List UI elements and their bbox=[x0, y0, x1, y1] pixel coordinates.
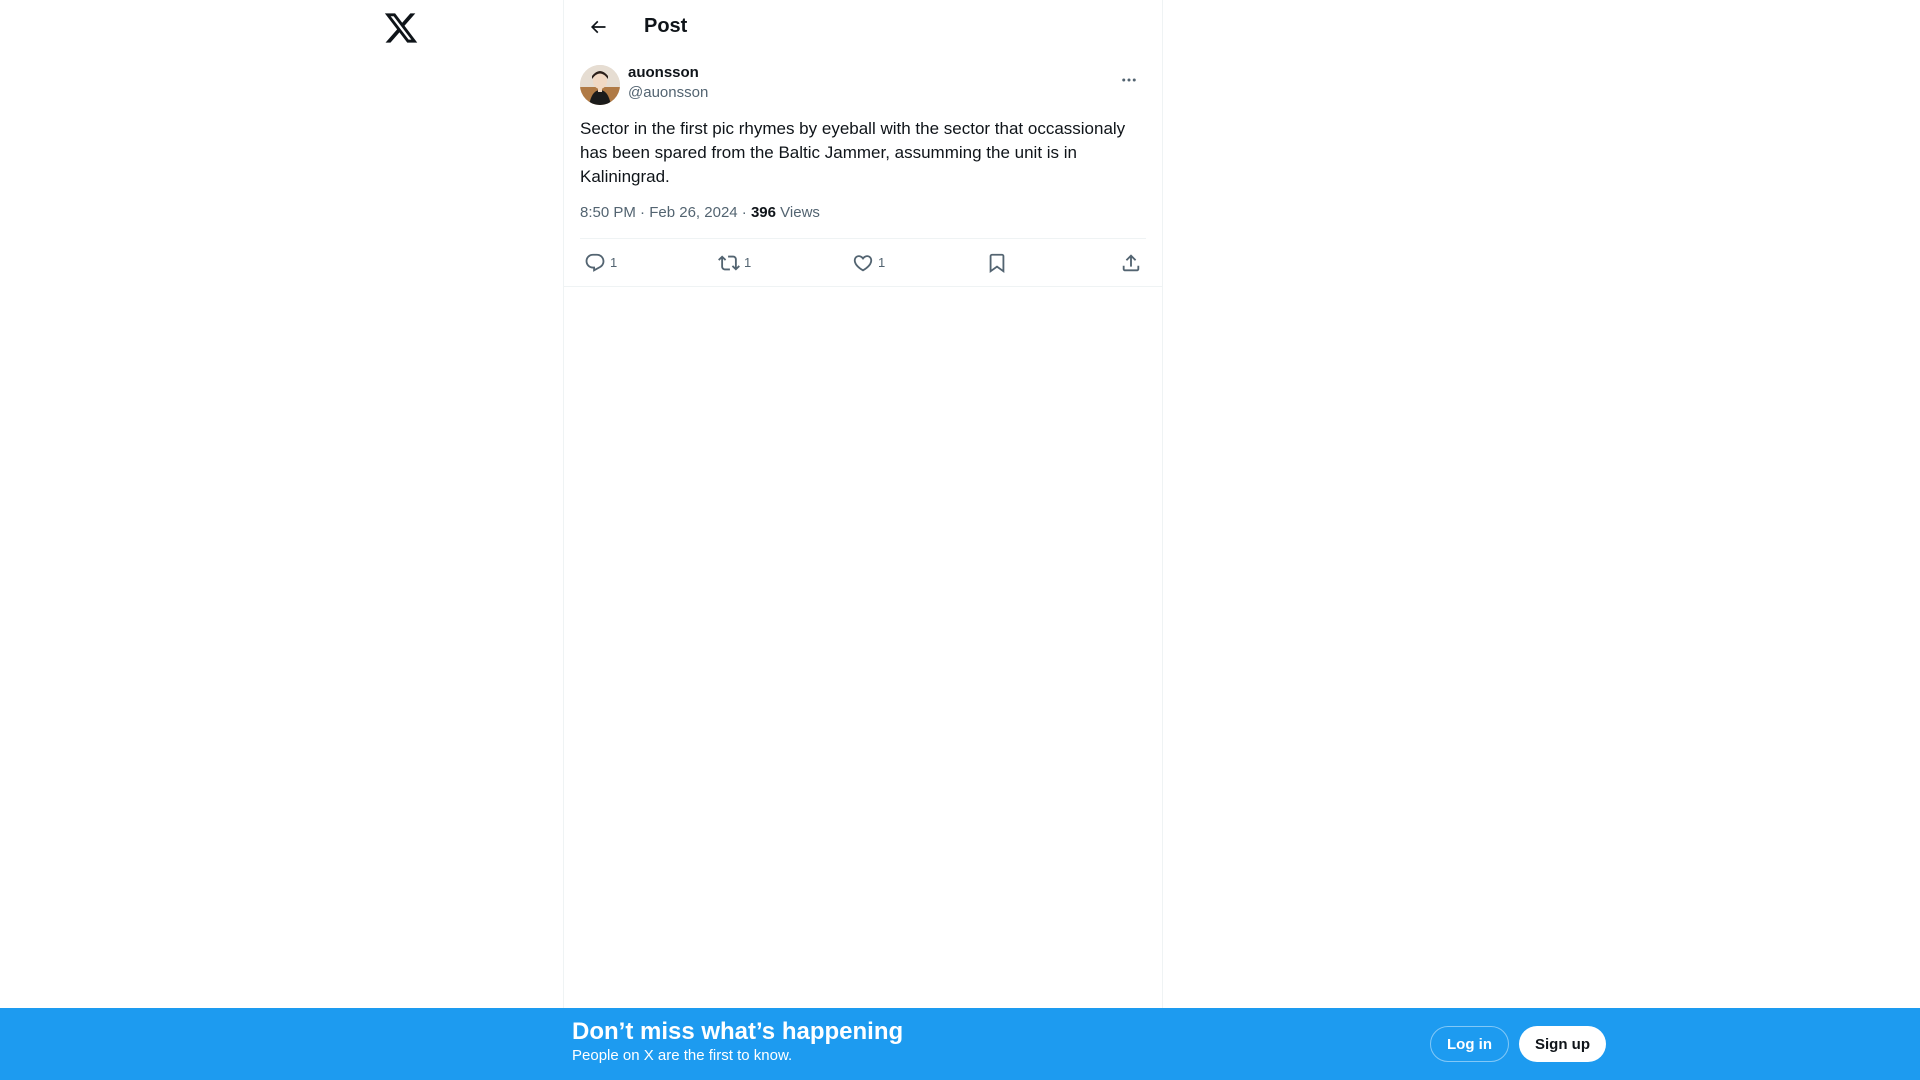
post-date[interactable]: Feb 26, 2024 bbox=[649, 204, 737, 221]
back-button[interactable] bbox=[580, 9, 616, 45]
signup-banner: Don’t miss what’s happening People on X … bbox=[0, 1008, 1920, 1080]
author-name[interactable]: auonsson bbox=[628, 63, 708, 83]
signup-button[interactable]: Sign up bbox=[1519, 1026, 1606, 1062]
avatar[interactable] bbox=[580, 65, 620, 105]
login-button[interactable]: Log in bbox=[1430, 1026, 1509, 1062]
x-logo-link[interactable] bbox=[383, 10, 419, 46]
post-actions: 1 1 1 bbox=[564, 239, 1162, 287]
repost-icon bbox=[718, 255, 740, 270]
x-logo-icon bbox=[384, 13, 418, 43]
views-count: 396 bbox=[750, 204, 776, 221]
page-title: Post bbox=[644, 15, 688, 37]
reply-count: 1 bbox=[610, 255, 618, 270]
banner-title: Don’t miss what’s happening bbox=[572, 1018, 904, 1045]
primary-column: Post auonsson @auonsson Sector in the fi… bbox=[563, 0, 1163, 1008]
meta-separator: · bbox=[635, 204, 650, 221]
bookmark-icon bbox=[989, 253, 1005, 273]
author-names: auonsson @auonsson bbox=[628, 63, 708, 103]
banner-text: Don’t miss what’s happening People on X … bbox=[572, 1018, 903, 1066]
views-label: Views bbox=[780, 204, 820, 221]
banner-subtitle: People on X are the first to know. bbox=[572, 1047, 793, 1064]
bookmark-button[interactable] bbox=[982, 252, 1116, 274]
share-button[interactable] bbox=[1116, 252, 1146, 274]
post-article: auonsson @auonsson Sector in the first p… bbox=[564, 63, 1162, 287]
meta-separator: · bbox=[737, 204, 751, 221]
author-handle[interactable]: @auonsson bbox=[628, 83, 708, 103]
post-text: Sector in the first pic rhymes by eyebal… bbox=[580, 119, 1130, 186]
more-options-button[interactable] bbox=[1112, 63, 1146, 97]
reply-button[interactable]: 1 bbox=[580, 252, 714, 274]
share-icon bbox=[1122, 253, 1140, 271]
author-row: auonsson @auonsson bbox=[580, 63, 1146, 105]
arrow-left-icon bbox=[590, 20, 606, 33]
repost-button[interactable]: 1 bbox=[714, 252, 848, 274]
reply-icon bbox=[585, 253, 605, 272]
heart-icon bbox=[853, 254, 873, 271]
post-time[interactable]: 8:50 PM bbox=[580, 204, 636, 221]
like-button[interactable]: 1 bbox=[848, 252, 982, 274]
more-horizontal-icon bbox=[1122, 78, 1136, 82]
like-count: 1 bbox=[878, 255, 886, 270]
post-meta: 8:50 PM · Feb 26, 2024 · 396 Views bbox=[580, 203, 1146, 239]
page-header: Post bbox=[564, 0, 1162, 53]
avatar-image bbox=[580, 65, 620, 105]
repost-count: 1 bbox=[744, 255, 752, 270]
